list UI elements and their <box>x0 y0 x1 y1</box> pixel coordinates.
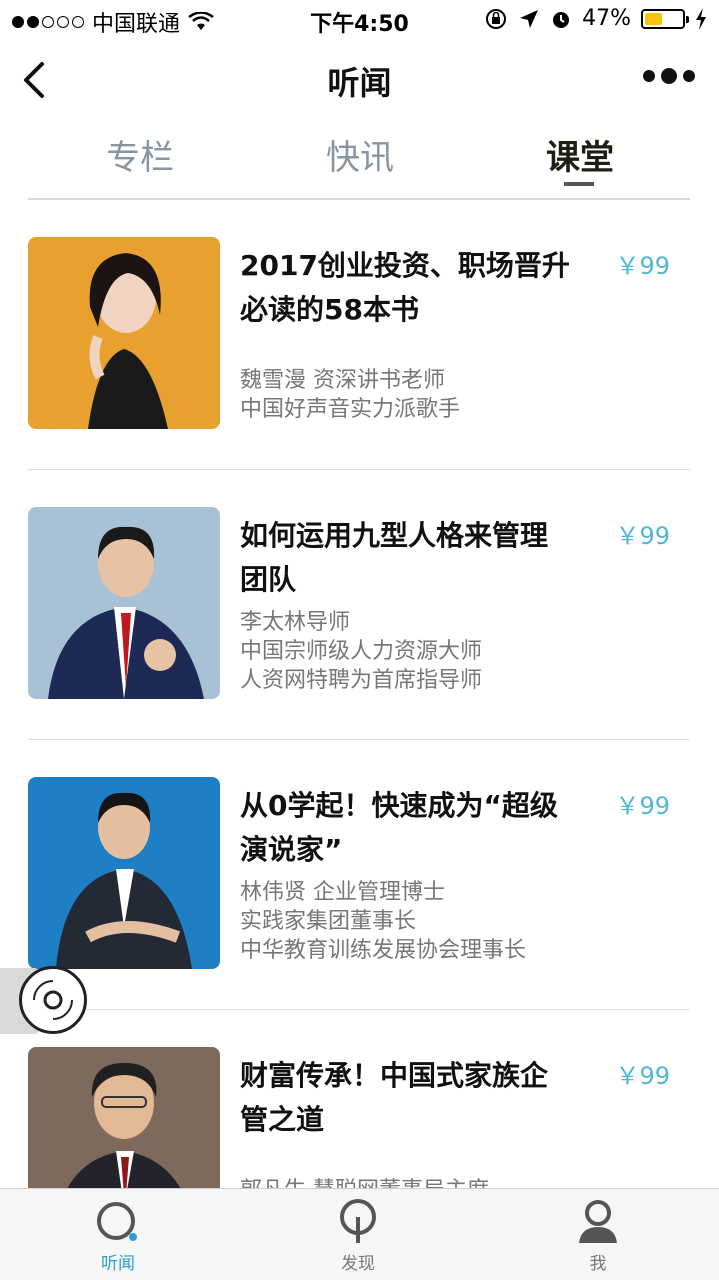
course-title[interactable]: 从0学起！快速成为“超级演说家” <box>240 784 570 872</box>
course-description: 李太林导师 中国宗师级人力资源大师 人资网特聘为首席指导师 <box>240 608 600 695</box>
course-price: ￥99 <box>615 522 670 550</box>
desc-line: 中华教育训练发展协会理事长 <box>240 938 527 963</box>
course-description: 林伟贤 企业管理博士 实践家集团董事长 中华教育训练发展协会理事长 <box>240 878 600 965</box>
status-right: 47% <box>484 6 707 31</box>
desc-line: 中国宗师级人力资源大师 <box>240 639 483 664</box>
tab-classroom[interactable]: 课堂 <box>546 130 614 179</box>
bottom-tab-label: 发现 <box>341 1254 375 1274</box>
bottom-tab-profile[interactable]: 我 <box>538 1197 658 1274</box>
desc-line: 李太林导师 <box>240 610 351 635</box>
bottom-tab-label: 我 <box>589 1254 607 1274</box>
audio-disc-icon[interactable] <box>19 966 87 1034</box>
course-item[interactable]: 2017创业投资、职场晋升必读的58本书 ￥99 魏雪漫 资深讲书老师 中国好声… <box>28 200 690 470</box>
profile-icon <box>579 1200 617 1243</box>
page-title: 听闻 <box>327 64 392 102</box>
desc-line: 中国好声音实力派歌手 <box>240 397 461 422</box>
course-thumbnail <box>28 777 220 969</box>
listen-icon <box>97 1202 137 1241</box>
course-list: 2017创业投资、职场晋升必读的58本书 ￥99 魏雪漫 资深讲书老师 中国好声… <box>28 200 690 1188</box>
category-tabs: 专栏 快讯 课堂 <box>28 120 690 200</box>
course-title[interactable]: 财富传承！中国式家族企管之道 <box>240 1054 570 1142</box>
discover-icon <box>340 1199 376 1243</box>
nav-bar: 听闻 <box>0 40 719 120</box>
course-title[interactable]: 2017创业投资、职场晋升必读的58本书 <box>240 244 570 332</box>
course-thumbnail <box>28 1047 220 1188</box>
course-thumbnail <box>28 237 220 429</box>
desc-line: 郭凡生 慧聪网董事局主席 <box>240 1176 600 1188</box>
desc-line: 魏雪漫 资深讲书老师 <box>240 368 445 393</box>
course-price: ￥99 <box>615 792 670 820</box>
charging-icon <box>696 7 706 30</box>
course-item[interactable]: 财富传承！中国式家族企管之道 ￥99 郭凡生 慧聪网董事局主席 <box>28 1010 690 1188</box>
bottom-tab-discover[interactable]: 发现 <box>298 1197 418 1274</box>
battery-icon <box>641 8 689 29</box>
course-price: ￥99 <box>615 252 670 280</box>
course-description: 魏雪漫 资深讲书老师 中国好声音实力派歌手 <box>240 366 600 424</box>
desc-line: 实践家集团董事长 <box>240 909 417 934</box>
course-thumbnail <box>28 507 220 699</box>
course-price: ￥99 <box>615 1062 670 1090</box>
course-title[interactable]: 如何运用九型人格来管理团队 <box>240 514 570 602</box>
bottom-tab-bar: 听闻 发现 我 <box>0 1188 719 1280</box>
course-description: 郭凡生 慧聪网董事局主席 <box>240 1176 600 1188</box>
bottom-tab-label: 听闻 <box>101 1254 135 1274</box>
tab-active-indicator <box>564 182 594 186</box>
bottom-tab-listen[interactable]: 听闻 <box>58 1197 178 1274</box>
tab-columns[interactable]: 专栏 <box>106 130 174 179</box>
alarm-icon <box>553 11 570 28</box>
rotation-lock-icon <box>486 8 507 29</box>
status-bar: 中国联通 下午4:50 47% <box>0 0 719 40</box>
desc-line: 林伟贤 企业管理博士 <box>240 880 445 905</box>
desc-line: 人资网特聘为首席指导师 <box>240 668 483 693</box>
more-menu-icon[interactable] <box>643 68 695 84</box>
battery-percent: 47% <box>582 6 631 31</box>
course-item[interactable]: 如何运用九型人格来管理团队 ￥99 李太林导师 中国宗师级人力资源大师 人资网特… <box>28 470 690 740</box>
course-item[interactable]: 从0学起！快速成为“超级演说家” ￥99 林伟贤 企业管理博士 实践家集团董事长… <box>28 740 690 1010</box>
tab-news[interactable]: 快讯 <box>326 130 394 179</box>
location-icon <box>520 9 539 28</box>
